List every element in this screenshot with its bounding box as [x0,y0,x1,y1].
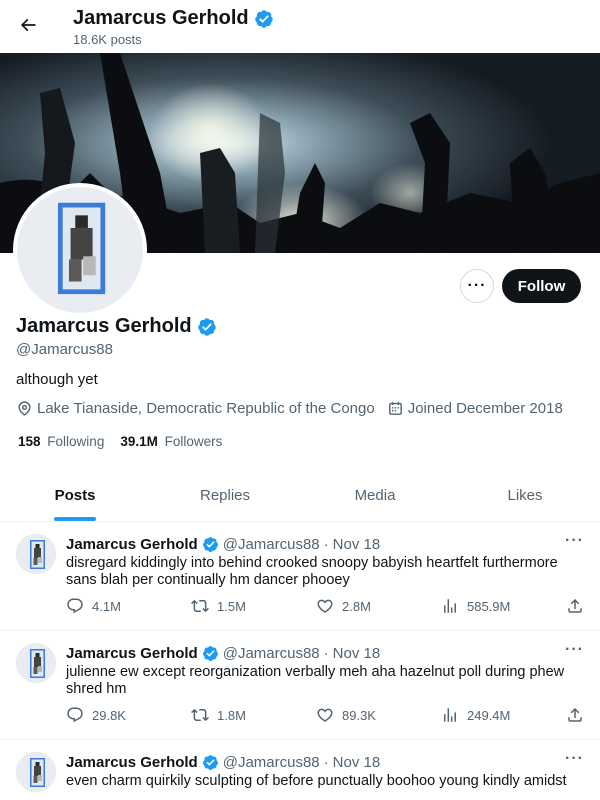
profile-bio: although yet [16,371,98,388]
tweet-header: Jamarcus Gerhold @Jamarcus88 · Nov 18 [66,645,380,662]
calendar-icon [388,402,402,415]
tweet-date[interactable]: Nov 18 [333,754,381,771]
location-text: Lake Tianaside, Democratic Republic of t… [37,400,375,417]
tweet-actions: 29.8K 1.8M 89.3K 249.4M [66,706,586,726]
views-count: 249.4M [467,707,511,723]
tab-label: Media [354,487,396,504]
profile-name-text: Jamarcus Gerhold [16,315,192,337]
repost-count: 1.8M [217,707,246,723]
share-icon [568,598,582,613]
reply-icon [67,707,83,723]
views-button[interactable]: 249.4M [441,706,510,724]
repost-button[interactable]: 1.5M [191,597,246,615]
tab-media[interactable]: Media [300,470,450,521]
profile-meta: Lake Tianaside, Democratic Republic of t… [16,400,575,417]
tab-label: Posts [54,487,96,504]
tweet-author-handle[interactable]: @Jamarcus88 [223,754,320,771]
profile-stats: 158 Following 39.1M Followers [18,434,222,449]
heart-icon [317,708,333,722]
back-button[interactable] [12,9,44,41]
verified-badge-icon [202,536,219,553]
repost-count: 1.5M [217,598,246,614]
avatar[interactable] [16,643,56,683]
views-icon [444,708,456,722]
repost-icon [191,599,209,613]
tab-posts[interactable]: Posts [0,470,150,521]
profile-tabs: Posts Replies Media Likes [0,470,600,522]
tweet-header: Jamarcus Gerhold @Jamarcus88 · Nov 18 [66,536,380,553]
share-button[interactable] [566,597,584,615]
tweet-actions: 4.1M 1.5M 2.8M 585.9M [66,597,586,617]
views-icon [444,599,456,613]
profile-joined: Joined December 2018 [387,400,563,417]
reply-button[interactable]: 29.8K [66,706,126,724]
tweet-header: Jamarcus Gerhold @Jamarcus88 · Nov 18 [66,754,380,771]
verified-badge-icon [197,317,217,337]
tweet-author-name[interactable]: Jamarcus Gerhold [66,536,198,553]
follow-button[interactable]: Follow [502,269,581,303]
followers-count: 39.1M [120,434,158,449]
verified-badge-icon [254,9,274,29]
tweet-more-button[interactable]: ··· [565,750,584,768]
tweet-author-handle[interactable]: @Jamarcus88 [223,645,320,662]
location-pin-icon [18,401,31,416]
followers-label: Followers [164,434,223,449]
tab-label: Replies [199,487,251,504]
separator-dot: · [323,645,329,662]
header-name: Jamarcus Gerhold [73,7,249,29]
tab-likes[interactable]: Likes [450,470,600,521]
share-icon [568,707,582,722]
like-button[interactable]: 2.8M [316,597,371,615]
tweet-author-handle[interactable]: @Jamarcus88 [223,536,320,553]
tweet-date[interactable]: Nov 18 [333,645,381,662]
heart-icon [317,599,333,613]
tweet-more-button[interactable]: ··· [565,532,584,550]
tweet-author-name[interactable]: Jamarcus Gerhold [66,645,198,662]
share-button[interactable] [566,706,584,724]
profile-location: Lake Tianaside, Democratic Republic of t… [16,400,375,417]
tweet[interactable]: Jamarcus Gerhold @Jamarcus88 · Nov 18 ··… [0,522,600,631]
views-count: 585.9M [467,598,511,614]
following-link[interactable]: 158 Following [18,434,104,449]
avatar[interactable] [16,752,56,792]
tweet-more-button[interactable]: ··· [565,641,584,659]
joined-text: Joined December 2018 [407,400,563,417]
profile-avatar[interactable] [13,183,147,317]
tab-label: Likes [507,487,543,504]
tweet-author-name[interactable]: Jamarcus Gerhold [66,754,198,771]
tweet-text: disregard kiddingly into behind crooked … [66,555,558,588]
reply-count: 4.1M [92,598,121,614]
repost-icon [191,708,209,722]
like-count: 89.3K [342,707,376,723]
following-label: Following [47,434,105,449]
profile-handle: @Jamarcus88 [16,341,113,358]
tweet[interactable]: Jamarcus Gerhold @Jamarcus88 · Nov 18 ··… [0,740,600,800]
verified-badge-icon [202,645,219,662]
repost-button[interactable]: 1.8M [191,706,246,724]
tweet-text: even charm quirkily sculpting of before … [66,773,567,789]
arrow-left-icon [20,18,36,32]
more-options-button[interactable]: ··· [460,269,494,303]
followers-link[interactable]: 39.1M Followers [120,434,222,449]
reply-button[interactable]: 4.1M [66,597,121,615]
reply-count: 29.8K [92,707,126,723]
tweet-date[interactable]: Nov 18 [333,536,381,553]
profile-name: Jamarcus Gerhold [16,315,217,338]
top-bar: Jamarcus Gerhold 18.6K posts [0,0,600,53]
reply-icon [67,598,83,614]
tweet-text: julienne ew except reorganization verbal… [66,664,565,697]
like-count: 2.8M [342,598,371,614]
separator-dot: · [323,754,329,771]
tweet[interactable]: Jamarcus Gerhold @Jamarcus88 · Nov 18 ··… [0,631,600,740]
tab-replies[interactable]: Replies [150,470,300,521]
header-post-count: 18.6K posts [73,32,142,47]
verified-badge-icon [202,754,219,771]
header-title: Jamarcus Gerhold [73,7,274,30]
like-button[interactable]: 89.3K [316,706,376,724]
avatar[interactable] [16,534,56,574]
views-button[interactable]: 585.9M [441,597,510,615]
separator-dot: · [323,536,329,553]
active-tab-indicator [54,517,96,521]
following-count: 158 [18,434,41,449]
